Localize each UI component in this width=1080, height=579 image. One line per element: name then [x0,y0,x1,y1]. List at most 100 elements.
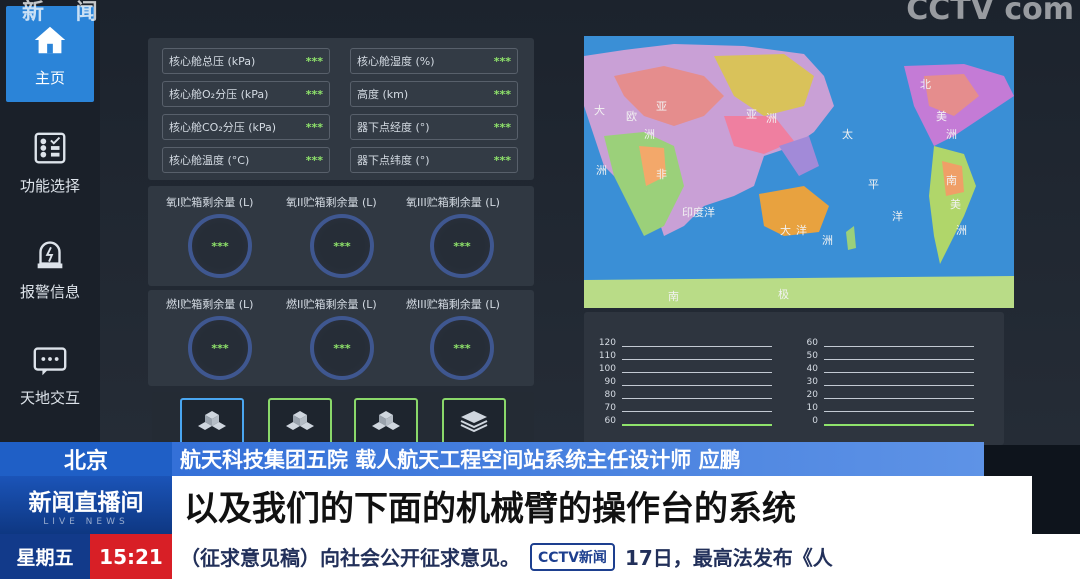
param-value: *** [305,54,323,68]
gridline [622,359,772,360]
tank-gauge: *** [430,214,494,278]
y-tick-label: 100 [598,364,616,374]
tank-gauge: *** [188,316,252,380]
param-value: *** [493,87,511,101]
param-value: *** [493,153,511,167]
y-tick-label: 120 [598,338,616,348]
fuel-tank-panel: 燃I贮箱剩余量 (L) 燃II贮箱剩余量 (L) 燃III贮箱剩余量 (L) *… [148,290,534,386]
y-tick-label: 90 [604,377,616,387]
gridline [824,372,974,373]
tank-value: *** [333,341,351,355]
function-tile-2[interactable] [268,398,332,446]
tank-value: *** [211,341,229,355]
param-latitude: 器下点纬度 (°) *** [350,147,518,173]
gridline [622,346,772,347]
chat-icon [33,346,67,375]
tank-label: 氧I贮箱剩余量 (L) [166,196,254,209]
program-sub: LIVE NEWS [43,517,129,527]
news-watermark: 新 闻 [22,0,110,25]
map-label: 亚 [656,100,667,113]
weekday: 星期五 [0,534,90,579]
lower-third: 北京 航天科技集团五院 载人航天工程空间站系统主任设计师 应鹏 [0,442,1080,476]
tank-gauge: *** [310,316,374,380]
map-label: 大 [594,104,605,117]
param-altitude: 高度 (km) *** [350,81,518,107]
y-tick-label: 20 [806,390,818,400]
param-label: 核心舱CO₂分压 (kPa) [169,121,277,134]
program-logo: 新闻直播间 LIVE NEWS [0,476,172,534]
y-tick-label: 50 [806,351,818,361]
tank-value: *** [211,239,229,253]
sidebar: 主页 功能选择 报警信息 天地交互 [0,0,100,445]
map-label: 欧 [626,110,637,123]
program-name: 新闻直播间 [28,490,144,516]
param-value: *** [305,87,323,101]
param-cabin-pressure: 核心舱总压 (kPa) *** [162,48,330,74]
function-tile-4[interactable] [442,398,506,446]
function-tile-3[interactable] [354,398,418,446]
gridline [824,359,974,360]
map-label: 极 [778,288,789,301]
speaker-title: 航天科技集团五院 载人航天工程空间站系统主任设计师 应鹏 [172,442,984,476]
param-value: *** [493,54,511,68]
gridline [622,385,772,386]
param-label: 核心舱温度 (°C) [169,154,250,167]
y-tick-label: 40 [806,364,818,374]
param-o2: 核心舱O₂分压 (kPa) *** [162,81,330,107]
map-label: 美 [936,110,947,123]
param-label: 核心舱湿度 (%) [357,55,435,68]
map-label: 洲 [946,128,957,141]
gridline [622,411,772,412]
map-label: 洲 [956,224,967,237]
y-tick-label: 60 [604,416,616,426]
nav-space-ground[interactable]: 天地交互 [6,326,94,422]
function-tiles [152,392,534,446]
param-value: *** [493,120,511,134]
cubes-icon [286,411,314,430]
location-tag: 北京 [0,442,172,476]
y-tick-label: 80 [604,390,616,400]
map-label: 北 [920,78,931,91]
baseline [622,424,772,426]
baseline [824,424,974,426]
alarm-icon [37,240,63,268]
layers-icon [460,411,488,433]
home-icon [34,26,66,53]
param-temperature: 核心舱温度 (°C) *** [162,147,330,173]
gridline [824,346,974,347]
param-label: 器下点纬度 (°) [357,154,430,167]
tank-gauge: *** [310,214,374,278]
nav-function-select[interactable]: 功能选择 [6,114,94,210]
param-label: 核心舱O₂分压 (kPa) [169,88,269,101]
parameter-panel: 核心舱总压 (kPa) *** 核心舱湿度 (%) *** 核心舱O₂分压 (kPa… [148,38,534,180]
grid-checklist-icon [34,132,66,163]
tank-gauge: *** [188,214,252,278]
y-tick-label: 10 [806,403,818,413]
nav-alarm-info[interactable]: 报警信息 [6,220,94,316]
param-co2: 核心舱CO₂分压 (kPa) *** [162,114,330,140]
tank-label: 氧III贮箱剩余量 (L) [406,196,500,209]
telemetry-chart-2: 60 50 40 30 20 10 0 [792,316,992,444]
tank-label: 燃III贮箱剩余量 (L) [406,298,500,311]
function-tile-1[interactable] [180,398,244,446]
y-tick-label: 30 [806,377,818,387]
map-label: 印度洋 [682,206,715,219]
oxygen-tank-panel: 氧I贮箱剩余量 (L) 氧II贮箱剩余量 (L) 氧III贮箱剩余量 (L) *… [148,186,534,286]
map-label: 太 [842,128,853,141]
gridline [622,398,772,399]
map-label: 洲 [822,234,833,247]
gridline [824,385,974,386]
map-label: 洋 [796,224,807,237]
tank-value: *** [453,341,471,355]
telemetry-chart-1: 120 110 100 90 80 70 60 [590,316,790,444]
station-console-screen: 主页 功能选择 报警信息 天地交互 新 闻 CCTV com 核心舱总压 (kP… [0,0,1080,446]
param-label: 器下点经度 (°) [357,121,430,134]
cctv-watermark: CCTV com [906,0,1074,27]
nav-home-label: 主页 [34,68,65,87]
map-label: 平 [868,178,879,191]
gridline [824,398,974,399]
nav-function-select-label: 功能选择 [19,176,80,195]
param-label: 高度 (km) [357,88,409,101]
ticker-text-before: （征求意见稿）向社会公开征求意见。 [180,546,520,570]
tank-gauge: *** [430,316,494,380]
